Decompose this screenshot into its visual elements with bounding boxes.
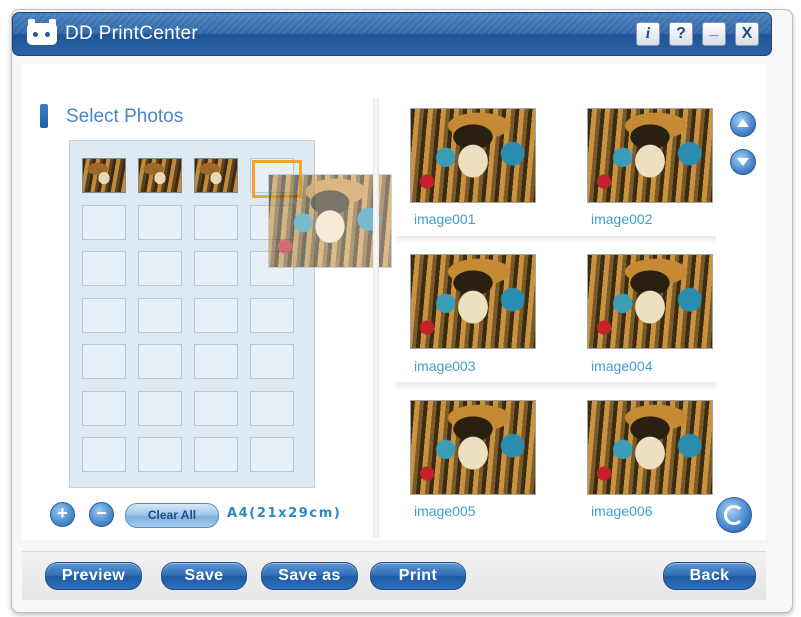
- gallery-caption: image003: [414, 358, 476, 374]
- select-photos-title: Select Photos: [66, 106, 184, 127]
- gallery-caption: image006: [591, 503, 653, 519]
- photo-slot[interactable]: [82, 437, 126, 472]
- photo-slot[interactable]: [250, 344, 294, 379]
- photo-slot[interactable]: [194, 437, 238, 472]
- gallery-thumbnail[interactable]: [410, 254, 536, 349]
- remove-button[interactable]: −: [89, 502, 114, 527]
- gallery-thumbnail[interactable]: [587, 400, 713, 495]
- print-button[interactable]: Print: [370, 562, 466, 590]
- photo-slot-filled[interactable]: [194, 158, 238, 193]
- panel-divider: [373, 98, 379, 538]
- photo-slot[interactable]: [138, 204, 182, 240]
- photo-slot-filled[interactable]: [82, 158, 126, 193]
- photo-slot[interactable]: [194, 297, 238, 333]
- title-bar[interactable]: DD PrintCenter i ? _ X: [12, 12, 772, 56]
- gallery-thumbnail[interactable]: [587, 108, 713, 203]
- add-button[interactable]: +: [50, 502, 75, 527]
- gallery-thumbnail[interactable]: [587, 254, 713, 349]
- gallery-caption: image001: [414, 211, 476, 227]
- photo-slot[interactable]: [138, 344, 182, 379]
- photo-slot[interactable]: [138, 251, 182, 286]
- row-separator: [396, 382, 716, 389]
- preview-button[interactable]: Preview: [45, 562, 142, 590]
- photo-slot-filled[interactable]: [138, 158, 182, 193]
- photo-slot[interactable]: [82, 390, 126, 426]
- gallery-caption: image005: [414, 503, 476, 519]
- app-title: DD PrintCenter: [65, 23, 199, 44]
- save-as-button[interactable]: Save as: [261, 562, 358, 590]
- photo-slot[interactable]: [194, 251, 238, 286]
- help-button[interactable]: ?: [669, 22, 693, 46]
- photo-slot[interactable]: [194, 390, 238, 426]
- dd-logo-icon: [27, 19, 57, 45]
- gallery-caption: image004: [591, 358, 653, 374]
- minimize-button[interactable]: _: [702, 22, 726, 46]
- photo-slot[interactable]: [82, 297, 126, 333]
- gallery-thumbnail[interactable]: [410, 108, 536, 203]
- photo-slot[interactable]: [250, 437, 294, 472]
- clear-all-button[interactable]: Clear All: [125, 503, 219, 528]
- rotate-icon[interactable]: [716, 497, 752, 533]
- photo-slot[interactable]: [250, 390, 294, 426]
- close-button[interactable]: X: [735, 22, 759, 46]
- photo-slot[interactable]: [82, 204, 126, 240]
- gallery-caption: image002: [591, 211, 653, 227]
- arrow-down-icon[interactable]: [730, 149, 756, 175]
- row-separator: [396, 236, 716, 243]
- info-button[interactable]: i: [636, 22, 660, 46]
- back-button[interactable]: Back: [663, 562, 756, 590]
- photo-slot[interactable]: [138, 437, 182, 472]
- photo-slot[interactable]: [250, 297, 294, 333]
- arrow-up-icon[interactable]: [730, 111, 756, 137]
- photo-slot[interactable]: [82, 344, 126, 379]
- photo-slot[interactable]: [138, 390, 182, 426]
- photo-slot[interactable]: [82, 251, 126, 286]
- paper-size-label: A4(21x29cm): [227, 506, 342, 521]
- save-button[interactable]: Save: [161, 562, 247, 590]
- photo-slot[interactable]: [194, 204, 238, 240]
- section-marker: [40, 104, 48, 128]
- gallery-thumbnail[interactable]: [410, 400, 536, 495]
- photo-slot[interactable]: [194, 344, 238, 379]
- photo-slot[interactable]: [138, 297, 182, 333]
